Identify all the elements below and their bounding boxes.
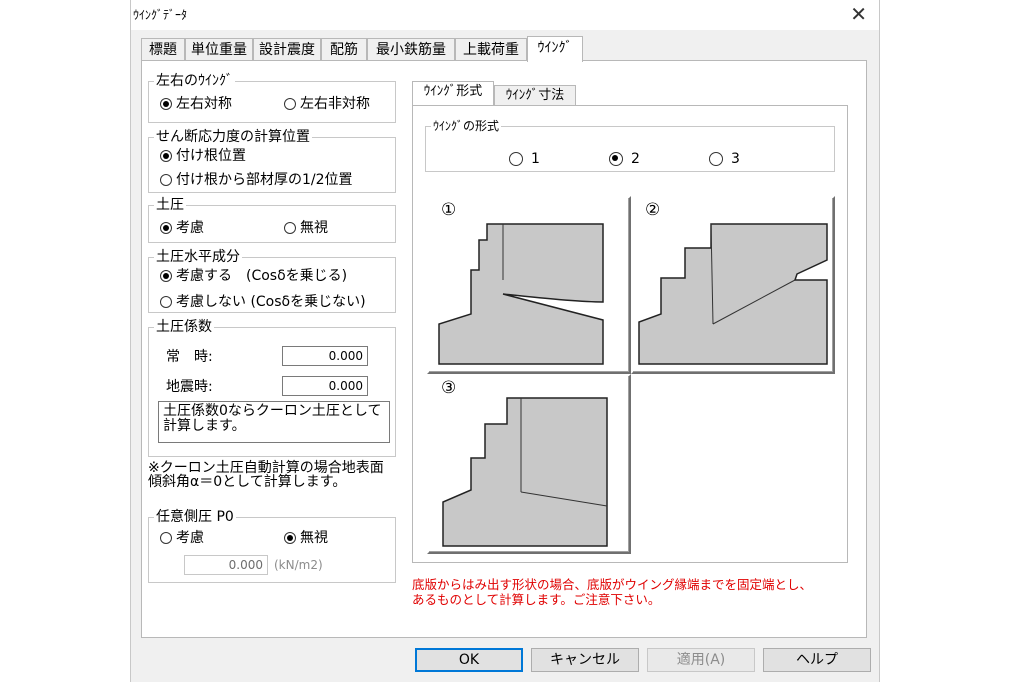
radio-dot [284, 222, 296, 234]
radio-horiz-consider[interactable]: 考慮する (Cosδを乗じる) [160, 267, 347, 285]
radio-dot [284, 98, 296, 110]
radio-dot [284, 532, 296, 544]
wing-figure-2[interactable]: ② [631, 196, 835, 374]
tab-title[interactable]: 標題 [141, 38, 185, 60]
radio-root-position[interactable]: 付け根位置 [160, 147, 246, 165]
wing-shape-3 [442, 397, 608, 547]
p0-unit: (kN/m2) [274, 558, 323, 572]
tab-surcharge[interactable]: 上載荷重 [455, 38, 527, 60]
normal-coefficient-input[interactable]: 0.000 [282, 346, 368, 366]
note-line: 計算します。 [163, 418, 246, 434]
radio-dot [160, 174, 172, 186]
tab-wing[interactable]: ｳｲﾝｸﾞ [527, 36, 583, 62]
radio-earth-consider[interactable]: 考慮 [160, 219, 204, 237]
normal-label: 常 時: [166, 349, 213, 365]
radio-dot [709, 152, 723, 166]
subtab-wing-dimensions[interactable]: ｳｲﾝｸﾞ寸法 [494, 85, 576, 105]
remark-line: 傾斜角α＝0として計算します。 [148, 474, 347, 490]
radio-label: 考慮する (Cosδを乗じる) [176, 268, 348, 284]
radio-label: 無視 [300, 530, 328, 546]
radio-label: 左右対称 [176, 96, 232, 112]
close-icon[interactable]: ✕ [850, 2, 867, 26]
tab-unit-weight[interactable]: 単位重量 [185, 38, 253, 60]
radio-dot [609, 152, 623, 166]
group-title: ｳｲﾝｸﾞの形式 [431, 118, 502, 134]
group-title: 土圧水平成分 [154, 249, 242, 265]
coulomb-remark: ※クーロン土圧自動計算の場合地表面 傾斜角α＝0として計算します。 [148, 461, 384, 489]
radio-asymmetric[interactable]: 左右非対称 [284, 95, 370, 113]
radio-dot [160, 98, 172, 110]
title-bar: ｳｲﾝｸﾞﾃﾞｰﾀ ✕ [131, 0, 879, 30]
group-title: 土圧係数 [154, 319, 214, 335]
coefficient-note: 土圧係数0ならクーロン土圧として 計算します。 [158, 401, 390, 443]
radio-form-1[interactable]: 1 [509, 150, 540, 168]
ok-button[interactable]: OK [415, 648, 523, 672]
radio-horiz-ignore[interactable]: 考慮しない (Cosδを乗じない) [160, 293, 366, 311]
radio-label: 無視 [300, 220, 328, 236]
tab-reinforcement[interactable]: 配筋 [321, 38, 367, 60]
wing-figure-1[interactable]: ① [427, 196, 631, 374]
quake-coefficient-input[interactable]: 0.000 [282, 376, 368, 396]
radio-label: 付け根から部材厚の1/2位置 [176, 172, 353, 188]
window-title: ｳｲﾝｸﾞﾃﾞｰﾀ [133, 8, 188, 22]
apply-button[interactable]: 適用(A) [647, 648, 755, 672]
radio-label: 左右非対称 [300, 96, 370, 112]
radio-symmetric[interactable]: 左右対称 [160, 95, 232, 113]
radio-dot [160, 150, 172, 162]
radio-label: 考慮しない (Cosδを乗じない) [176, 294, 366, 310]
quake-label: 地震時: [166, 379, 213, 395]
radio-earth-ignore[interactable]: 無視 [284, 219, 328, 237]
group-title: 左右のｳｲﾝｸﾞ [154, 73, 235, 89]
wing-shape-1 [438, 223, 604, 365]
radio-p0-consider[interactable]: 考慮 [160, 529, 204, 547]
group-title: 任意側圧 P0 [154, 509, 236, 525]
radio-dot [160, 296, 172, 308]
help-button[interactable]: ヘルプ [763, 648, 871, 672]
tab-min-rebar[interactable]: 最小鉄筋量 [367, 38, 455, 60]
group-title: せん断応力度の計算位置 [154, 129, 312, 145]
wing-shape-2 [638, 223, 828, 365]
radio-label: 考慮 [176, 220, 204, 236]
radio-dot [509, 152, 523, 166]
radio-half-thickness[interactable]: 付け根から部材厚の1/2位置 [160, 171, 353, 189]
radio-label: 考慮 [176, 530, 204, 546]
radio-label: 付け根位置 [176, 148, 246, 164]
radio-form-3[interactable]: 3 [709, 150, 740, 168]
overhang-warning: 底版からはみ出す形状の場合、底版がウイング縁端までを固定端とし、 あるものとして… [412, 577, 812, 607]
subtab-wing-form[interactable]: ｳｲﾝｸﾞ形式 [412, 81, 494, 105]
radio-label: 2 [631, 151, 640, 167]
subtab-panel: ｳｲﾝｸﾞの形式 1 2 3 ① ② ③ [412, 105, 848, 563]
warning-line: あるものとして計算します。ご注意下さい。 [412, 592, 661, 607]
radio-p0-ignore[interactable]: 無視 [284, 529, 328, 547]
tab-design-seismic[interactable]: 設計震度 [253, 38, 321, 60]
p0-value-input[interactable]: 0.000 [184, 555, 268, 575]
warning-line: 底版からはみ出す形状の場合、底版がウイング縁端までを固定端とし、 [412, 577, 813, 592]
cancel-button[interactable]: キャンセル [531, 648, 639, 672]
radio-form-2[interactable]: 2 [609, 150, 640, 168]
note-line: 土圧係数0ならクーロン土圧として [163, 403, 382, 419]
wing-data-dialog: ｳｲﾝｸﾞﾃﾞｰﾀ ✕ 標題 単位重量 設計震度 配筋 最小鉄筋量 上載荷重 ｳ… [130, 0, 880, 682]
radio-dot [160, 270, 172, 282]
group-title: 土圧 [154, 197, 186, 213]
radio-label: 1 [531, 151, 540, 167]
radio-dot [160, 222, 172, 234]
radio-label: 3 [731, 151, 740, 167]
wing-figure-3[interactable]: ③ [427, 374, 631, 554]
tab-panel: 左右のｳｲﾝｸﾞ 左右対称 左右非対称 せん断応力度の計算位置 付け根位置 付け… [141, 60, 867, 638]
remark-line: ※クーロン土圧自動計算の場合地表面 [148, 460, 384, 476]
radio-dot [160, 532, 172, 544]
